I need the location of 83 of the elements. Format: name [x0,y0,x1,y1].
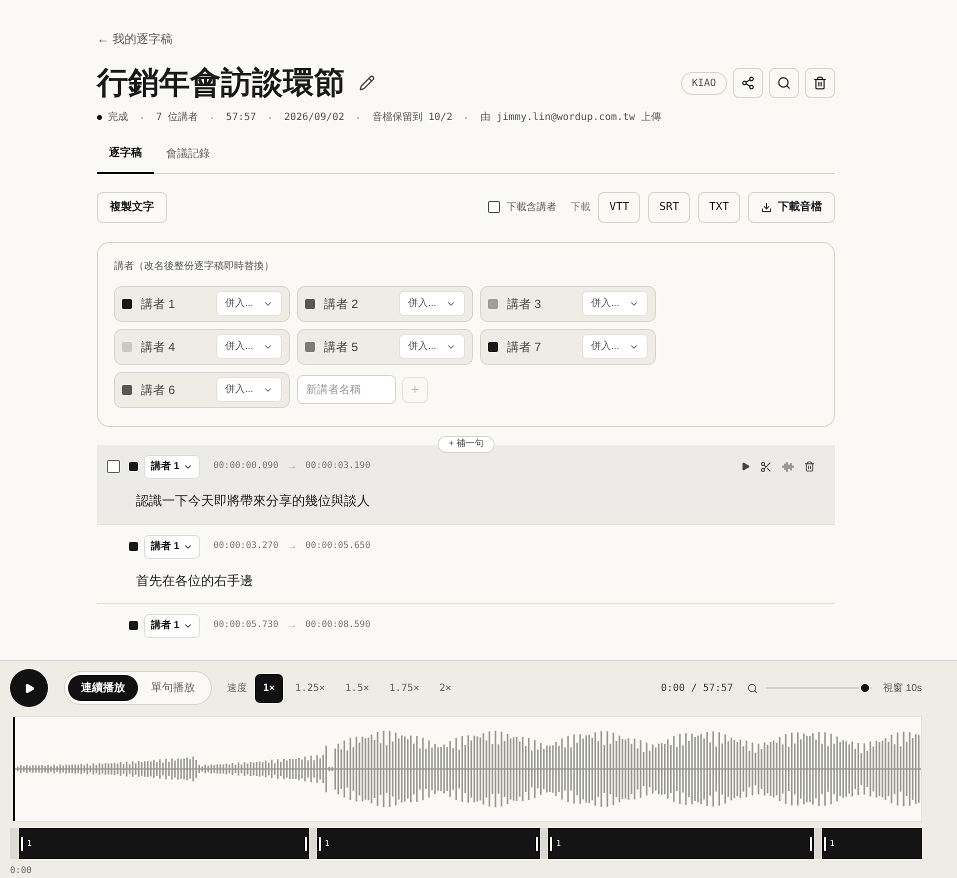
arrow-text: → [286,618,298,634]
segment-label: 1 [324,838,330,850]
download-icon [761,202,772,212]
user-badge: KIAO [680,72,727,94]
merge-dropdown[interactable]: 併入... [216,377,282,402]
merge-dropdown[interactable]: 併入... [216,291,282,316]
segment-label: 1 [830,838,835,850]
merge-dropdown[interactable]: 併入... [399,291,465,316]
back-link[interactable]: ← 我的逐字稿 [97,32,172,46]
download-audio-button[interactable]: 下載音檔 [748,192,835,222]
share-icon [741,76,755,90]
arrow-text: → [286,459,298,474]
merge-dropdown[interactable]: 併入... [399,334,465,359]
transcript-row[interactable]: 講者 1 00:00:03.270 → 00:00:05.650 首先在各位的右手邊 [97,524,835,602]
speaker-name: 講者 4 [141,338,176,356]
zoom-slider[interactable] [766,682,872,694]
panel-heading: 講者（改名後整份逐字稿即時替換） [114,260,275,274]
delete-button[interactable] [805,68,835,98]
speed-label: 速度 [227,682,247,696]
start-time[interactable]: 00:00:00.090 [213,460,278,474]
insert-sentence-button[interactable]: + 補一句 [438,436,494,452]
merge-dropdown[interactable]: 併入... [216,334,282,359]
end-time[interactable]: 00:00:08.590 [305,618,370,632]
speaker-name: 講者 6 [141,382,176,398]
transcript-text[interactable]: 首先在各位的右手邊 [136,570,835,590]
zoom-icon [747,682,758,694]
timeline-segment[interactable]: 1 [548,828,814,859]
speaker-dropdown[interactable]: 講者 1 [144,454,200,478]
arrow-text: → [286,539,298,554]
speaker-name: 講者 5 [324,338,358,356]
share-button[interactable] [733,68,763,98]
split-icon[interactable] [760,460,772,472]
speaker-dropdown[interactable]: 講者 1 [144,614,200,638]
meta-text: 由 jimmy.lin@wordup.com.tw 上傳 [480,110,661,125]
segment-label: 1 [27,838,32,850]
waveform-icon[interactable] [782,460,794,472]
play-icon [24,682,34,694]
search-button[interactable] [769,68,799,98]
format-button[interactable]: VTT [598,192,640,222]
timeline-segment[interactable]: 1 [822,828,922,859]
play-button[interactable] [10,669,48,707]
playback-time: 0:00 / 57:57 [660,682,734,696]
new-speaker-field[interactable]: 新講者名稱 [297,375,396,404]
speaker-name: 講者 2 [324,296,358,312]
merge-dropdown[interactable]: 併入... [582,291,648,316]
copy-text-button[interactable]: 複製文字 [97,192,167,222]
merge-dropdown[interactable]: 併入... [582,334,648,359]
page-title: 行銷年會訪談環節 [97,64,345,103]
meta-text: 57:57 [226,111,256,125]
end-time[interactable]: 00:00:03.190 [305,460,370,474]
tab[interactable]: 逐字稿 [97,145,154,174]
waveform-drawing[interactable] [13,717,921,821]
include-speakers-label: 下載含講者 [506,200,556,214]
tab[interactable]: 會議記錄 [154,145,222,174]
format-button[interactable]: TXT [698,192,740,222]
trash-icon [813,76,827,90]
speaker-dropdown[interactable]: 講者 1 [144,534,200,558]
play-icon[interactable] [741,462,750,471]
row-checkbox[interactable] [107,460,120,473]
timeline-segment[interactable]: 1 [316,828,540,859]
edit-icon[interactable] [359,75,375,91]
search-icon [777,76,791,90]
speaker-name: 講者 1 [141,296,176,312]
mode-option[interactable]: 連續播放 [68,675,138,701]
include-speakers-checkbox[interactable] [488,201,500,213]
start-time[interactable]: 00:00:03.270 [213,540,278,554]
speaker-name: 講者 7 [507,338,542,356]
segment-label: 1 [556,838,561,850]
window-label: 視窗 10s [883,682,922,696]
delete-icon[interactable] [804,461,815,472]
start-time[interactable]: 00:00:05.730 [213,618,278,632]
speed-option[interactable]: 1× [255,674,284,702]
download-label: 下載 [570,200,590,214]
meta-text: 音檔保留到 10/2 [372,110,452,125]
format-button[interactable]: SRT [648,192,690,222]
speaker-name: 講者 3 [507,296,542,312]
end-time[interactable]: 00:00:05.650 [305,540,370,554]
meta-text: 7 位講者 [156,110,198,125]
transcript-text[interactable]: 認識一下今天即將帶來分享的幾位與談人 [136,490,835,510]
meta-text: 2026/09/02 [284,111,344,125]
timeline-segment[interactable]: 1 [19,828,309,859]
meta-text: 完成 [108,110,128,125]
timeline-start: 0:00 [10,865,33,878]
